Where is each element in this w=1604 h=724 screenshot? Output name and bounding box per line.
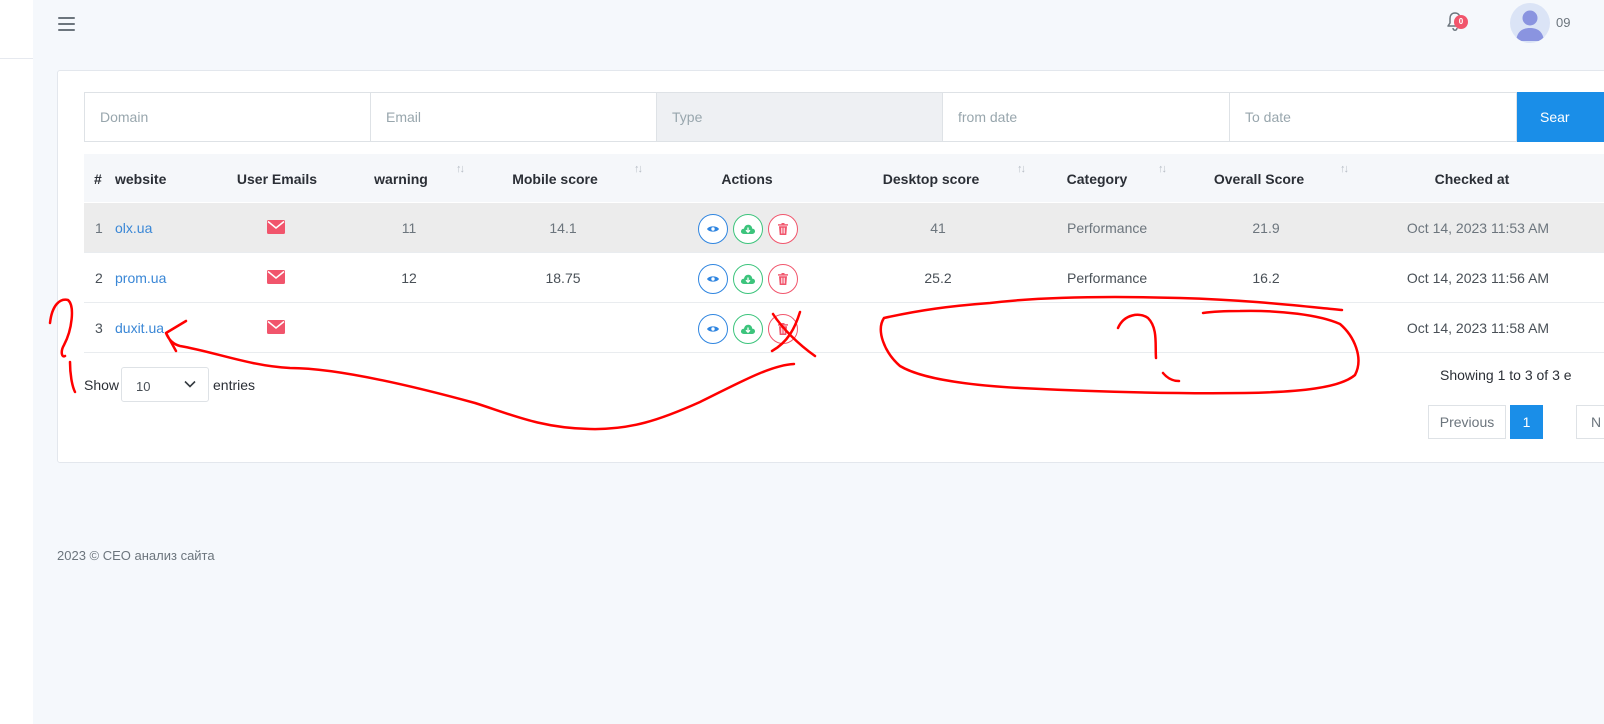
column-header-mobile-score[interactable]: Mobile score bbox=[512, 171, 598, 187]
eye-icon bbox=[707, 326, 719, 332]
user-name[interactable]: 09 bbox=[1556, 15, 1570, 30]
menu-icon-bar bbox=[58, 29, 75, 31]
column-header-desktop-score[interactable]: Desktop score bbox=[883, 171, 979, 187]
notification-count-badge: 0 bbox=[1454, 15, 1468, 29]
column-header-category[interactable]: Category bbox=[1067, 171, 1128, 187]
show-label: Show bbox=[84, 377, 120, 393]
sort-icon[interactable]: ↑↓ bbox=[1158, 163, 1167, 175]
avatar-icon bbox=[1516, 10, 1544, 41]
menu-toggle-button[interactable] bbox=[58, 16, 76, 32]
cloud-download-icon bbox=[740, 274, 756, 284]
row-number: 3 bbox=[95, 320, 103, 336]
sidebar bbox=[0, 0, 33, 724]
entries-per-page-value: 10 bbox=[136, 379, 151, 394]
mail-icon[interactable] bbox=[267, 220, 285, 234]
checked-at: Oct 14, 2023 11:53 AM bbox=[1406, 220, 1550, 236]
trash-icon bbox=[778, 273, 788, 285]
previous-page-button[interactable]: Previous bbox=[1428, 405, 1506, 439]
checked-at: Oct 14, 2023 11:58 AM bbox=[1406, 320, 1550, 336]
delete-button[interactable] bbox=[768, 264, 798, 294]
overall-score: 16.2 bbox=[1252, 270, 1280, 286]
mobile-score: 14.1 bbox=[549, 220, 577, 236]
download-button[interactable] bbox=[733, 264, 763, 294]
category: Performance bbox=[1067, 270, 1148, 286]
view-button[interactable] bbox=[698, 264, 728, 294]
entries-label: entries bbox=[213, 377, 256, 393]
footer-text: 2023 © СЕО анализ сайта bbox=[57, 548, 215, 563]
menu-icon-bar bbox=[58, 17, 75, 19]
column-header-website[interactable]: website bbox=[115, 171, 166, 187]
user-avatar[interactable] bbox=[1510, 3, 1550, 43]
sidebar-divider bbox=[0, 58, 33, 59]
view-button[interactable] bbox=[698, 214, 728, 244]
overall-score: 21.9 bbox=[1252, 220, 1280, 236]
desktop-score: 25.2 bbox=[924, 270, 952, 286]
mail-icon[interactable] bbox=[267, 320, 285, 334]
sort-icon[interactable]: ↑↓ bbox=[1017, 163, 1026, 175]
entries-per-page-select[interactable]: 10 bbox=[121, 367, 209, 402]
delete-button[interactable] bbox=[768, 214, 798, 244]
website-link[interactable]: duxit.ua bbox=[115, 320, 164, 336]
table-row: 3 duxit.ua Oct 14, 2023 11:58 AM bbox=[84, 303, 1604, 353]
column-header-checked-at[interactable]: Checked at bbox=[1435, 171, 1510, 187]
warning-count: 11 bbox=[401, 220, 417, 236]
table-row: 2 prom.ua 12 18.75 25.2 Performance 16.2… bbox=[84, 253, 1604, 303]
table-row: 1 olx.ua 11 14.1 41 Performance 21.9 Oct… bbox=[84, 203, 1604, 253]
checked-at: Oct 14, 2023 11:56 AM bbox=[1406, 270, 1550, 286]
domain-filter-input[interactable] bbox=[84, 92, 371, 142]
trash-icon bbox=[778, 323, 788, 335]
page-1-button[interactable]: 1 bbox=[1510, 405, 1543, 439]
mail-icon[interactable] bbox=[267, 270, 285, 284]
sort-icon[interactable]: ↑↓ bbox=[456, 163, 465, 175]
row-number: 2 bbox=[95, 270, 103, 286]
row-number: 1 bbox=[95, 220, 103, 236]
filter-bar bbox=[84, 92, 1517, 142]
email-filter-input[interactable] bbox=[370, 92, 657, 142]
eye-icon bbox=[707, 226, 719, 232]
download-button[interactable] bbox=[733, 214, 763, 244]
download-button[interactable] bbox=[733, 314, 763, 344]
table-header: # website User Emails warning ↑↓ Mobile … bbox=[84, 154, 1604, 202]
sort-icon[interactable]: ↑↓ bbox=[634, 163, 643, 175]
sort-icon[interactable]: ↑↓ bbox=[1340, 163, 1349, 175]
to-date-input[interactable] bbox=[1229, 92, 1517, 142]
type-filter-input[interactable] bbox=[656, 92, 943, 142]
from-date-input[interactable] bbox=[942, 92, 1230, 142]
column-header-user-emails: User Emails bbox=[236, 171, 318, 187]
menu-icon-bar bbox=[58, 23, 75, 25]
table-info: Showing 1 to 3 of 3 e bbox=[1440, 367, 1572, 383]
warning-count: 12 bbox=[401, 270, 417, 286]
cloud-download-icon bbox=[740, 324, 756, 334]
search-button[interactable]: Sear bbox=[1517, 92, 1604, 142]
column-header-actions: Actions bbox=[721, 171, 773, 187]
column-header-number: # bbox=[94, 171, 102, 187]
column-header-warning[interactable]: warning bbox=[374, 171, 428, 187]
desktop-score: 41 bbox=[930, 220, 946, 236]
mobile-score: 18.75 bbox=[545, 270, 581, 286]
next-page-button[interactable]: N bbox=[1576, 405, 1604, 439]
view-button[interactable] bbox=[698, 314, 728, 344]
cloud-download-icon bbox=[740, 224, 756, 234]
chevron-down-icon bbox=[184, 380, 196, 388]
category: Performance bbox=[1067, 220, 1148, 236]
trash-icon bbox=[778, 223, 788, 235]
eye-icon bbox=[707, 276, 719, 282]
website-link[interactable]: olx.ua bbox=[115, 220, 152, 236]
website-link[interactable]: prom.ua bbox=[115, 270, 166, 286]
column-header-overall-score[interactable]: Overall Score bbox=[1214, 171, 1304, 187]
delete-button[interactable] bbox=[768, 314, 798, 344]
